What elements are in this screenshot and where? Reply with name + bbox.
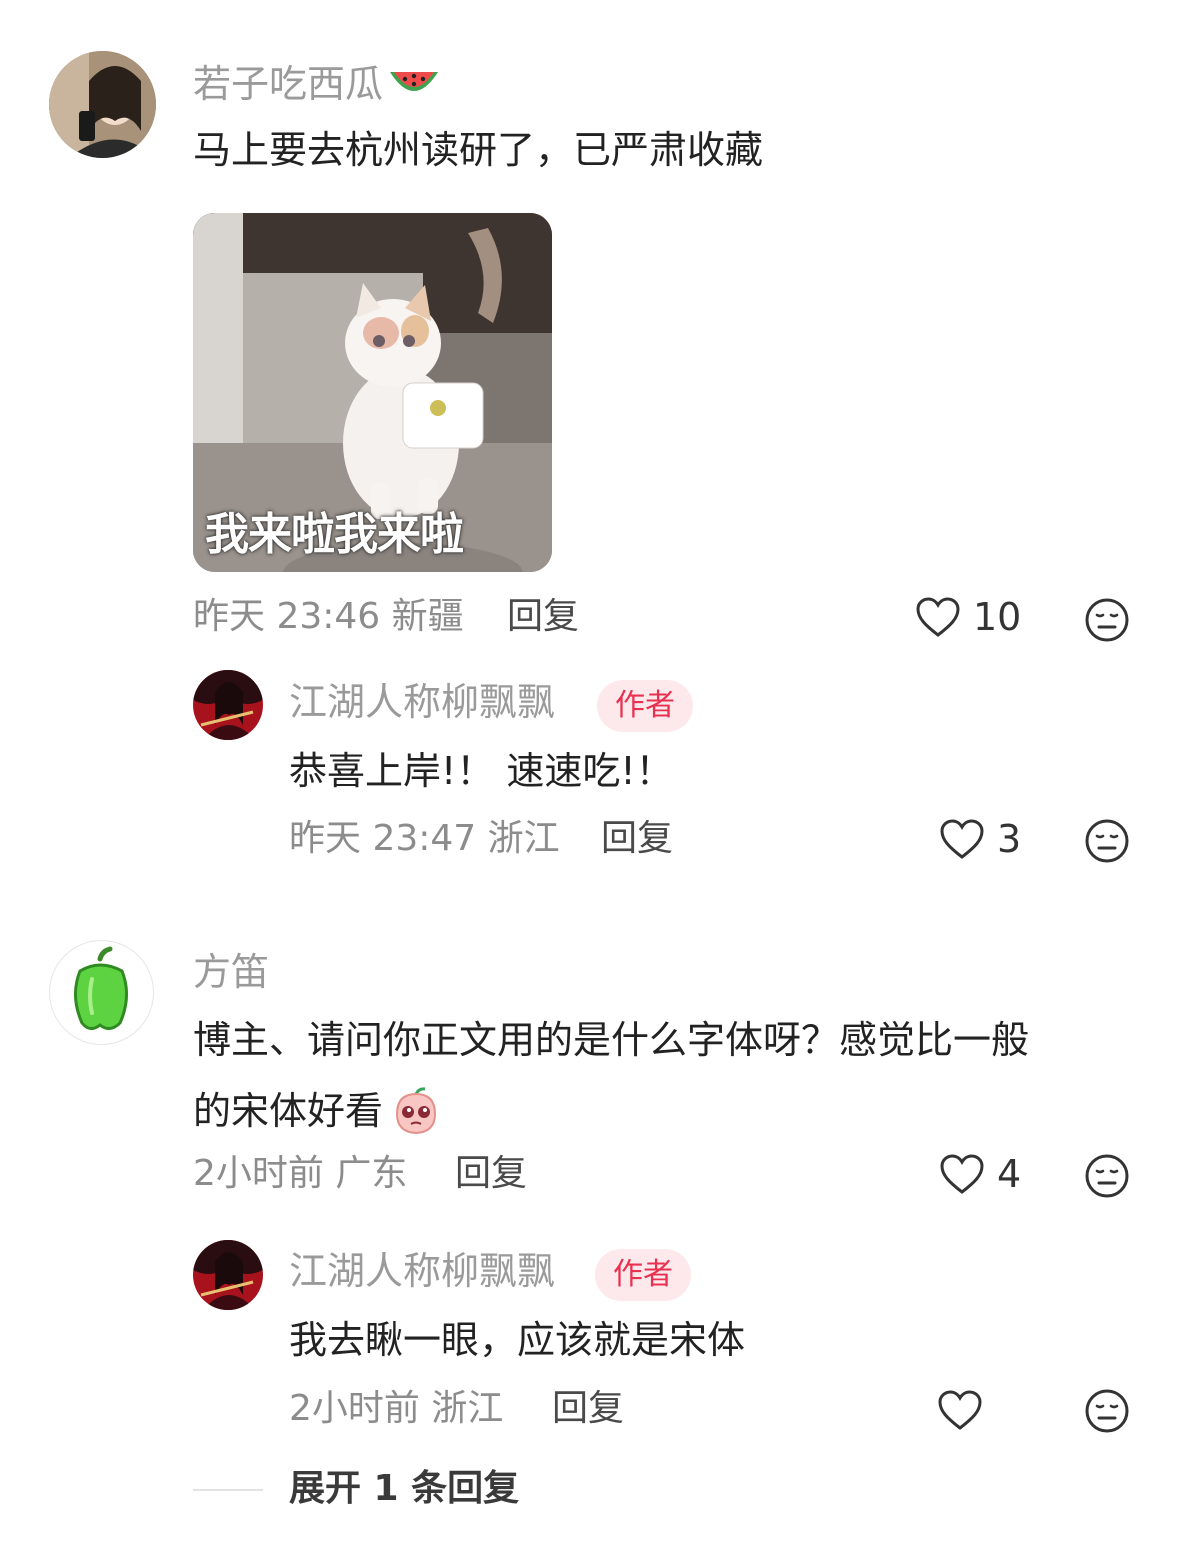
green-pepper-icon [74,946,128,1030]
reply-text: 我去瞅一眼，应该就是宋体 [289,1318,746,1362]
heart-icon [940,819,984,859]
avatar[interactable] [49,51,156,158]
dislike-button[interactable] [1084,818,1130,868]
meh-face-icon [1085,598,1129,642]
reply-username[interactable]: 江湖人称柳飘飘 [289,683,555,721]
reply-avatar[interactable] [193,1240,263,1310]
like-button[interactable]: 4 [939,1153,1021,1195]
author-avatar-image [193,1240,263,1310]
pleading-peach-icon [396,1087,437,1135]
reply-time: 昨天 23:47 [289,818,477,859]
meh-face-icon [1085,819,1129,863]
comment-text: 马上要去杭州读研了，已严肃收藏 [193,128,764,172]
avatar[interactable] [49,940,154,1045]
like-button[interactable]: 3 [939,818,1021,860]
heart-icon [916,597,960,637]
like-button[interactable]: 10 [915,596,1021,638]
reply-button[interactable]: 回复 [455,1156,527,1192]
reply-meta: 2小时前 浙江 [289,1391,503,1427]
comment-location: 新疆 [391,596,464,637]
comment-username[interactable]: 方笛 [193,953,269,991]
like-count: 4 [997,1152,1022,1196]
reply-avatar[interactable] [193,670,263,740]
dislike-button[interactable] [1084,1388,1130,1438]
reply-time: 2小时前 [289,1388,420,1429]
heart-icon [938,1390,982,1430]
comment-meta: 昨天 23:46 新疆 [193,599,464,635]
sticker-caption: 我来啦我来啦 [205,509,464,560]
expand-replies-button[interactable]: 展开 1 条回复 [289,1471,519,1507]
username-text[interactable]: 若子吃西瓜 [193,65,383,103]
comment-time: 昨天 23:46 [193,596,381,637]
author-badge: 作者 [597,680,693,732]
reply-button[interactable]: 回复 [552,1391,624,1427]
reply-location: 浙江 [487,818,560,859]
comment-sticker[interactable]: 我来啦我来啦 [193,213,552,572]
comment-time: 2小时前 [193,1153,324,1194]
reply-text: 恭喜上岸!！ 速速吃!！ [289,749,674,793]
author-avatar-image [193,670,263,740]
comment-location: 广东 [335,1153,408,1194]
reply-meta: 昨天 23:47 浙江 [289,821,560,857]
heart-icon [940,1154,984,1194]
meh-face-icon [1085,1154,1129,1198]
author-badge: 作者 [595,1249,691,1301]
comment-text-line2: 的宋体好看 [193,1086,443,1136]
reply-button[interactable]: 回复 [601,821,673,857]
meh-face-icon [1085,1389,1129,1433]
like-count: 3 [997,817,1022,861]
expand-divider [193,1489,263,1491]
comment-text-line1: 博主、请问你正文用的是什么字体呀？感觉比一般 [193,1018,1030,1062]
comment-username[interactable]: 若子吃西瓜 [193,64,441,104]
reply-location: 浙江 [431,1388,504,1429]
like-button[interactable] [937,1389,995,1431]
watermelon-icon [390,72,439,91]
dislike-button[interactable] [1084,597,1130,647]
comment-meta: 2小时前 广东 [193,1156,407,1192]
reply-button[interactable]: 回复 [507,599,579,635]
avatar-photo [49,51,156,158]
comment-text-line2-text: 的宋体好看 [193,1089,384,1133]
reply-username[interactable]: 江湖人称柳飘飘 [289,1252,555,1290]
dislike-button[interactable] [1084,1153,1130,1203]
like-count: 10 [973,595,1022,639]
